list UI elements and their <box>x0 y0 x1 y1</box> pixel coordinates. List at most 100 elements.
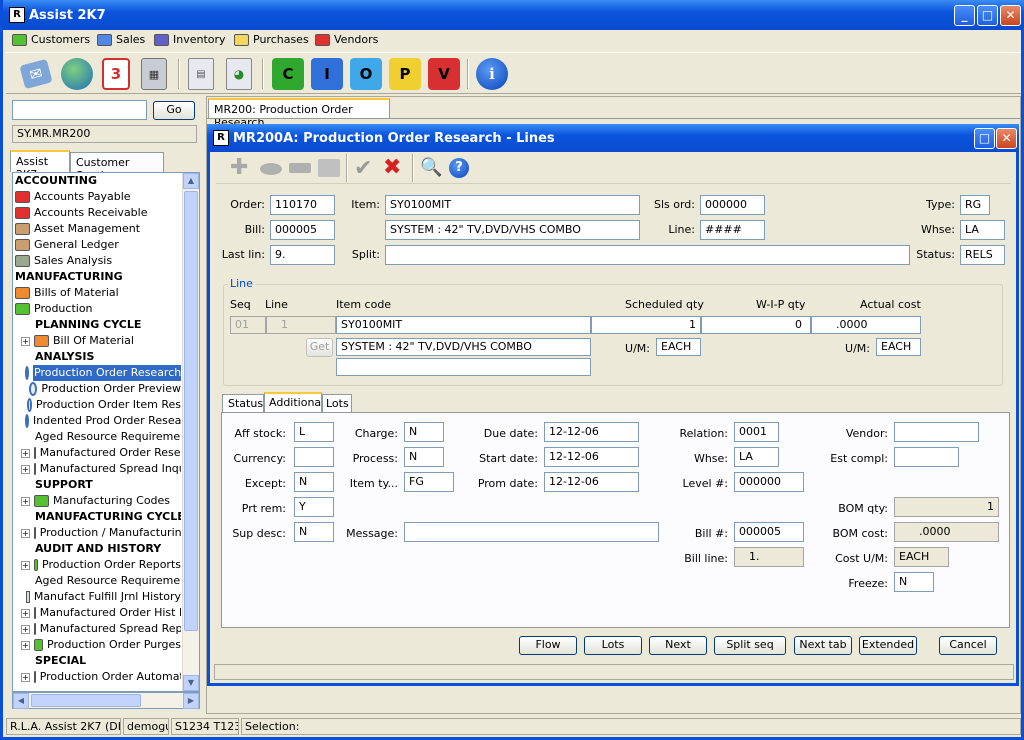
globe-icon[interactable] <box>61 58 93 90</box>
add-icon[interactable]: ✚ <box>230 157 252 180</box>
expand-icon[interactable]: + <box>21 448 30 458</box>
expand-icon[interactable]: + <box>21 560 30 570</box>
next-tab-button[interactable]: Next tab <box>794 636 852 655</box>
bom-qty-field[interactable]: 1 <box>894 497 999 517</box>
actual-cost-field[interactable]: .0000 <box>811 316 921 334</box>
scroll-left-icon[interactable]: ◀ <box>13 693 29 709</box>
calculator-icon[interactable]: ▦ <box>141 58 167 90</box>
um-field-2[interactable]: EACH <box>876 338 921 356</box>
menu-customers[interactable]: Customers <box>12 33 90 46</box>
um-field[interactable]: EACH <box>656 338 701 356</box>
calendar-icon[interactable]: 3 <box>102 58 130 90</box>
flow-button[interactable]: Flow <box>519 636 577 655</box>
minimize-icon[interactable]: _ <box>954 5 975 26</box>
get-button[interactable]: Get <box>306 338 333 357</box>
maximize-icon[interactable]: □ <box>977 5 998 26</box>
menu-vendors[interactable]: Vendors <box>315 33 378 46</box>
next-button[interactable]: Next <box>649 636 707 655</box>
c-icon[interactable]: C <box>272 58 304 90</box>
status-field[interactable]: RELS <box>960 245 1005 265</box>
start-date-field[interactable]: 12-12-06 <box>544 447 639 467</box>
tree-item[interactable]: Production Order Preview <box>21 381 181 397</box>
cancel-icon[interactable]: ✖ <box>383 155 401 180</box>
tree-item[interactable]: + Manufactured Spread Repo <box>21 621 181 637</box>
tree-item[interactable]: + Production Order Automati <box>21 669 181 685</box>
scroll-right-icon[interactable]: ▶ <box>183 693 199 709</box>
tree-item[interactable]: + Production Order Purges <box>21 637 181 653</box>
chart-icon[interactable]: ◕ <box>226 58 252 90</box>
delete-line-icon[interactable] <box>289 163 311 173</box>
bom-cost-field[interactable]: .0000 <box>894 522 999 542</box>
expand-icon[interactable]: + <box>21 640 30 650</box>
tree-item[interactable]: Aged Resource Requirements <box>35 429 181 445</box>
except-field[interactable]: N <box>294 472 334 492</box>
search-icon[interactable]: 🔍 <box>420 157 442 178</box>
type-field[interactable]: RG <box>960 195 990 215</box>
prt-rem-field[interactable]: Y <box>294 497 334 517</box>
i-icon[interactable]: I <box>311 58 343 90</box>
est-compl-field[interactable] <box>894 447 959 467</box>
tab-assist-2k7[interactable]: Assist 2K7 <box>10 150 70 181</box>
charge-field[interactable]: N <box>404 422 444 442</box>
item-description-field[interactable]: SYSTEM : 42" TV,DVD/VHS COMBO <box>385 220 640 240</box>
tab-additional[interactable]: Additional <box>264 392 324 412</box>
bill-line-field[interactable]: 1. <box>734 547 804 567</box>
whse-field[interactable]: LA <box>960 220 1005 240</box>
tree-item[interactable]: Accounts Receivable <box>15 205 181 221</box>
tree-item[interactable]: Accounts Payable <box>15 189 181 205</box>
expand-icon[interactable]: + <box>21 464 30 474</box>
expand-icon[interactable]: + <box>21 624 30 634</box>
tab-mr200[interactable]: MR200: Production Order Research <box>208 98 390 129</box>
menu-purchases[interactable]: Purchases <box>234 33 309 46</box>
line-description-field[interactable]: SYSTEM : 42" TV,DVD/VHS COMBO <box>336 338 591 356</box>
expand-icon[interactable]: + <box>21 528 30 538</box>
search-input[interactable] <box>12 100 147 120</box>
o-icon[interactable]: O <box>350 58 382 90</box>
bill-field[interactable]: 000005 <box>270 220 335 240</box>
order-field[interactable]: 110170 <box>270 195 335 215</box>
tree-item[interactable]: + Manufacturing Codes <box>21 493 181 509</box>
report-icon[interactable]: ▤ <box>188 58 214 90</box>
prom-date-field[interactable]: 12-12-06 <box>544 472 639 492</box>
scheduled-qty-field[interactable]: 1 <box>591 316 701 334</box>
additional-whse-field[interactable]: LA <box>734 447 779 467</box>
line-field[interactable]: #### <box>700 220 765 240</box>
hscroll-thumb[interactable] <box>31 694 141 707</box>
checkmark-icon[interactable]: ✔ <box>354 156 372 181</box>
menu-inventory[interactable]: Inventory <box>154 33 226 46</box>
line-description2-field[interactable] <box>336 358 591 376</box>
last-lin-field[interactable]: 9. <box>270 245 335 265</box>
tree-item[interactable]: + Manufactured Order Resea <box>21 445 181 461</box>
tree-item[interactable]: Aged Resource Requirements F <box>35 573 181 589</box>
help-icon[interactable]: ? <box>449 158 469 178</box>
cancel-button[interactable]: Cancel <box>939 636 997 655</box>
bill-no-field[interactable]: 000005 <box>734 522 804 542</box>
lots-button[interactable]: Lots <box>584 636 642 655</box>
tree-item[interactable]: Asset Management <box>15 221 181 237</box>
tree-hscrollbar[interactable]: ◀ ▶ <box>12 692 200 709</box>
tree-item[interactable]: Manufact Fulfill Jrnl History <box>21 589 181 605</box>
expand-icon[interactable]: + <box>21 336 30 346</box>
sup-desc-field[interactable]: N <box>294 522 334 542</box>
scroll-down-icon[interactable]: ▼ <box>183 675 199 691</box>
expand-icon[interactable]: + <box>21 608 30 618</box>
tree-item[interactable]: + Production / Manufacturing <box>21 525 181 541</box>
item-type-field[interactable]: FG <box>404 472 454 492</box>
item-field[interactable]: SY0100MIT <box>385 195 640 215</box>
tree-item[interactable]: + Manufactured Spread Inqu <box>21 461 181 477</box>
message-field[interactable] <box>404 522 659 542</box>
aff-stock-field[interactable]: L <box>294 422 334 442</box>
close-icon[interactable]: ✕ <box>1000 5 1021 26</box>
extended-button[interactable]: Extended <box>859 636 917 655</box>
tree-item[interactable]: + Bill Of Material <box>21 333 181 349</box>
info-icon[interactable]: i <box>476 58 508 90</box>
tab-lots[interactable]: Lots <box>322 394 352 412</box>
form-close-icon[interactable]: ✕ <box>996 128 1017 149</box>
tab-customer-service[interactable]: Customer Service <box>70 152 164 182</box>
split-field[interactable] <box>385 245 910 265</box>
wip-qty-field[interactable]: 0 <box>701 316 811 334</box>
cost-um-field[interactable]: EACH <box>894 547 949 567</box>
scroll-thumb[interactable] <box>184 191 198 631</box>
menu-sales[interactable]: Sales <box>97 33 145 46</box>
scroll-up-icon[interactable]: ▲ <box>183 173 199 189</box>
